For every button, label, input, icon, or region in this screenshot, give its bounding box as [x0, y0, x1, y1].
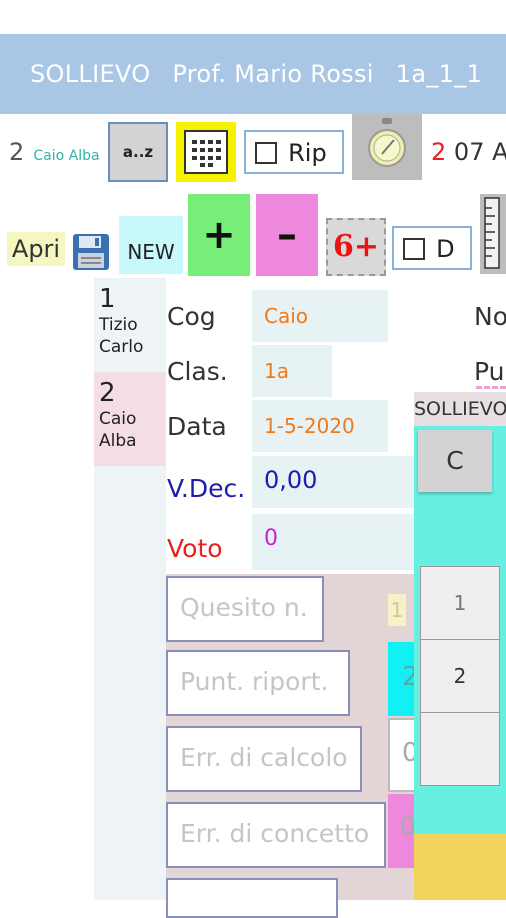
app-title: SOLLIEVO — [30, 60, 151, 88]
grid-icon — [184, 130, 228, 174]
popup-clear-button[interactable]: C — [418, 430, 492, 492]
plus-button[interactable]: + — [188, 194, 250, 276]
current-student: 2 Caio Alba — [9, 138, 100, 166]
reported-score-input[interactable]: Punt. riport. — [166, 650, 350, 716]
new-button[interactable]: NEW — [119, 216, 183, 274]
current-student-name: Caio Alba — [33, 148, 100, 164]
status-bar — [0, 0, 506, 34]
minus-button[interactable]: – — [256, 194, 318, 276]
popup-item-label: 2 — [453, 664, 467, 688]
ruler-icon — [484, 197, 500, 269]
concept-error-placeholder: Err. di concetto — [180, 819, 370, 848]
popup-footer — [414, 834, 506, 900]
floppy-disk-icon — [73, 234, 109, 270]
student-number: 1 — [99, 284, 116, 314]
date-field[interactable]: 1-5-2020 — [252, 400, 388, 452]
sort-az-button[interactable]: a..z — [108, 122, 168, 182]
score-label: Pu — [474, 357, 505, 386]
question-number-placeholder: Quesito n. — [180, 593, 308, 622]
student-list-item[interactable]: 1 Tizio Carlo — [94, 278, 166, 372]
student-list: 1 Tizio Carlo 2 Caio Alba — [94, 278, 166, 900]
rip-checkbox[interactable]: Rip — [244, 130, 344, 174]
minus-label: – — [277, 212, 297, 258]
popup-list: 1 2 — [420, 566, 500, 786]
popup-title: SOLLIEVO — [414, 398, 506, 420]
surname-field[interactable]: Caio — [252, 290, 388, 342]
stopwatch-button[interactable] — [352, 114, 422, 180]
d-label: D — [436, 234, 455, 263]
class-field[interactable]: 1a — [252, 345, 332, 397]
next-input[interactable] — [166, 878, 338, 918]
student-first-name: Caio — [99, 409, 137, 429]
toolbar-row-2: Apri NEW + – 6+ D — [0, 194, 506, 278]
save-button[interactable] — [71, 232, 111, 272]
grade-value: 0 — [264, 526, 278, 551]
d-checkbox-box[interactable] — [403, 237, 425, 260]
date-number: 2 — [431, 138, 447, 166]
class-value: 1a — [264, 359, 289, 383]
teacher-name: Prof. Mario Rossi — [172, 60, 374, 88]
six-plus-button[interactable]: 6+ — [326, 218, 386, 276]
surname-value: Caio — [264, 304, 309, 328]
date-value: 1-5-2020 — [264, 414, 355, 438]
student-number: 2 — [99, 378, 116, 408]
title-bar: SOLLIEVO Prof. Mario Rossi 1a_1_1 — [0, 34, 506, 114]
class-code: 1a_1_1 — [395, 60, 483, 88]
toolbar-row-1: 2 Caio Alba a..z Rip 2 07 A — [0, 114, 506, 194]
popup-item-label: 1 — [453, 591, 467, 615]
calculation-error-input[interactable]: Err. di calcolo — [166, 726, 362, 792]
new-label: NEW — [127, 240, 175, 264]
sort-az-label: a..z — [122, 143, 154, 161]
concept-error-input[interactable]: Err. di concetto — [166, 802, 386, 868]
plus-label: + — [202, 212, 236, 258]
grade-field[interactable]: 0 — [252, 514, 414, 570]
date-label: Data — [167, 412, 227, 441]
open-button[interactable]: Apri — [7, 232, 65, 266]
rip-label: Rip — [288, 138, 327, 167]
student-list-empty — [94, 466, 166, 900]
decimal-grade-label: V.Dec. — [167, 474, 246, 503]
current-student-number: 2 — [9, 138, 25, 166]
decimal-grade-value: 0,00 — [264, 466, 318, 494]
question-badge-value: 1 — [390, 598, 404, 622]
popup-panel: C 1 2 — [414, 426, 506, 834]
student-first-name: Tizio — [99, 315, 138, 335]
date-text: 07 A — [453, 138, 506, 166]
stopwatch-icon — [368, 118, 406, 167]
d-checkbox[interactable]: D — [392, 226, 472, 270]
student-list-item[interactable]: 2 Caio Alba — [94, 372, 166, 466]
date-display: 2 07 A — [431, 138, 506, 166]
student-second-name: Alba — [99, 431, 137, 451]
class-label: Clas. — [167, 357, 228, 386]
question-number-input[interactable]: Quesito n. — [166, 576, 324, 642]
surname-label: Cog — [167, 302, 216, 331]
popup-list-item[interactable]: 2 — [421, 640, 499, 713]
student-second-name: Carlo — [99, 337, 144, 357]
popup-title-strip: SOLLIEVO — [414, 392, 506, 426]
popup-list-item[interactable]: 1 — [421, 567, 499, 640]
open-label: Apri — [11, 235, 61, 263]
question-badge: 1 — [388, 594, 406, 626]
six-plus-label: 6+ — [332, 229, 379, 264]
decimal-grade-field[interactable]: 0,00 — [252, 456, 414, 508]
popup-clear-label: C — [446, 446, 464, 475]
calculation-error-placeholder: Err. di calcolo — [180, 743, 348, 772]
grade-label: Voto — [167, 534, 223, 563]
popup-list-item[interactable] — [421, 713, 499, 785]
grid-view-button[interactable] — [176, 122, 236, 182]
reported-score-placeholder: Punt. riport. — [180, 667, 329, 696]
left-margin — [0, 278, 94, 900]
score-underline — [476, 386, 506, 389]
scale-button[interactable] — [480, 194, 506, 274]
name-label: No — [474, 302, 506, 331]
rip-checkbox-box[interactable] — [255, 141, 277, 164]
